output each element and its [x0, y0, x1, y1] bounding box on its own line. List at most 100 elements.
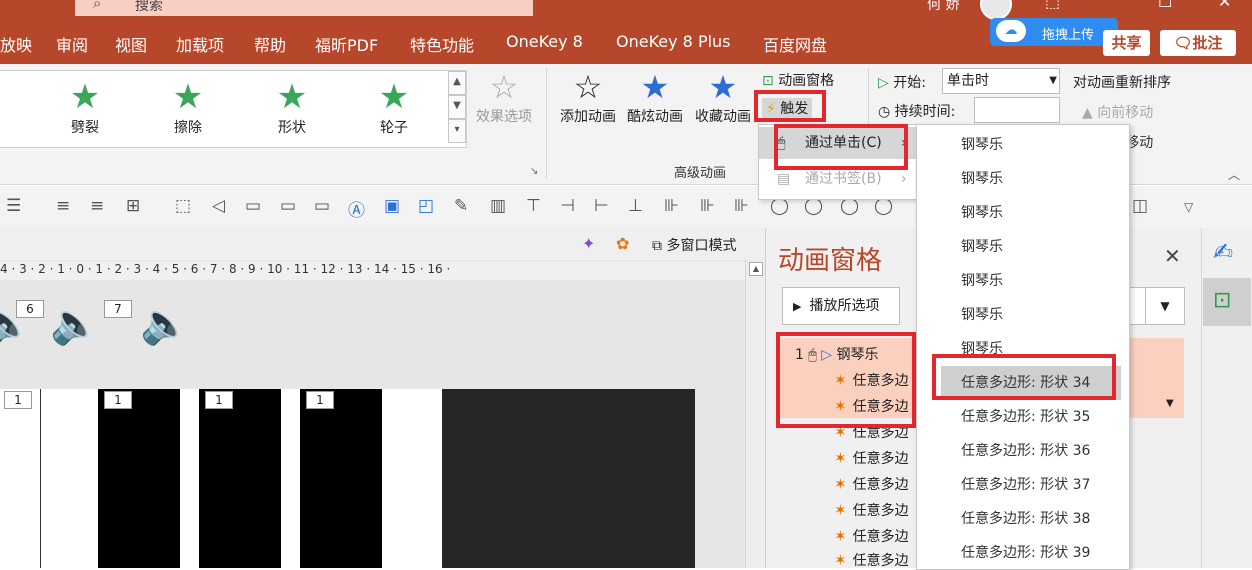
distribute-icon[interactable]: ⊪ — [700, 196, 715, 216]
align-icon[interactable]: ⊣ — [560, 196, 575, 216]
distribute-icon[interactable]: ⊪ — [734, 196, 749, 216]
share-button[interactable]: 共享 — [1103, 30, 1150, 56]
comment-button[interactable]: 🗨批注 — [1160, 30, 1236, 56]
tab-foxit-pdf[interactable]: 福昕PDF — [315, 32, 378, 56]
distribute-icon[interactable]: ⊪ — [664, 196, 679, 216]
highlight-shape-34 — [932, 354, 1116, 400]
box-icon[interactable]: ▭ — [280, 196, 296, 216]
animation-gallery: ★ 劈裂 ★ 擦除 ★ 形状 ★ 轮子 ▲ ▼ ▾ — [0, 70, 467, 148]
collapse-ribbon-icon[interactable]: ︿ — [1228, 166, 1240, 183]
gallery-more-icon[interactable]: ▾ — [448, 119, 466, 143]
dialog-launcher-icon[interactable]: ↘ — [530, 166, 538, 177]
box-icon[interactable]: ▭ — [245, 196, 261, 216]
magic-icon[interactable]: ✦ — [582, 234, 595, 253]
dropdown-item[interactable]: 任意多边形: 形状 38 — [917, 502, 1127, 536]
tab-special[interactable]: 特色功能 — [410, 32, 474, 56]
black-key[interactable] — [98, 389, 180, 568]
chart-icon[interactable]: ▥ — [490, 196, 506, 216]
key-tag: 1 — [104, 391, 132, 409]
start-select[interactable]: 单击时 ▼ — [942, 68, 1060, 94]
box-icon[interactable]: ▭ — [314, 196, 330, 216]
edit-shape-icon[interactable]: ✎ — [454, 196, 468, 216]
list-item[interactable]: ✶ 任意多边 — [834, 500, 909, 520]
effect-split[interactable]: ★ 劈裂 — [45, 77, 125, 137]
video-icon[interactable]: ▣ — [384, 196, 400, 216]
gear-icon[interactable]: ✿ — [616, 234, 629, 253]
duration-input[interactable] — [974, 97, 1060, 123]
align-right-icon[interactable]: ≡ — [90, 196, 104, 216]
black-key[interactable] — [199, 389, 281, 568]
close-icon[interactable]: ✕ — [1164, 244, 1181, 268]
item-menu-chevron-icon[interactable]: ▼ — [1166, 398, 1174, 409]
align-icon[interactable]: ⊢ — [594, 196, 609, 216]
effect-wipe[interactable]: ★ 擦除 — [148, 77, 228, 137]
close-window-icon[interactable]: ✕ — [1218, 0, 1231, 11]
tab-addins[interactable]: 加载项 — [176, 32, 224, 56]
speaker-icon[interactable]: 🔈 — [140, 300, 190, 347]
dropdown-item[interactable]: 钢琴乐 — [917, 298, 1127, 332]
key-tag: 1 — [306, 391, 334, 409]
tab-review[interactable]: 审阅 — [56, 32, 88, 56]
dropdown-item[interactable]: 钢琴乐 — [917, 162, 1127, 196]
cool-animation-button[interactable]: ★ 酷炫动画 — [622, 68, 688, 126]
tab-baidu-netdisk[interactable]: 百度网盘 — [763, 32, 827, 56]
tab-onekey8-plus[interactable]: OneKey 8 Plus — [616, 32, 731, 51]
black-key[interactable] — [300, 389, 382, 568]
gallery-up-icon[interactable]: ▲ — [448, 71, 466, 95]
dropdown-item[interactable]: 钢琴乐 — [917, 264, 1127, 298]
star-plus-icon: ☆ — [573, 68, 603, 106]
triangle-icon[interactable]: ◁ — [212, 196, 225, 216]
list-item[interactable]: ✶ 任意多边 — [834, 448, 909, 468]
list-item[interactable]: ✶ 任意多边 — [834, 550, 909, 570]
slide-canvas[interactable] — [0, 389, 695, 568]
dropdown-item[interactable]: 任意多边形: 形状 39 — [917, 536, 1127, 570]
animation-pane-toggle[interactable]: ⊡ — [1203, 278, 1251, 326]
align-top-icon[interactable]: ⊤ — [526, 196, 541, 216]
align-center-icon[interactable]: ⊥ — [628, 196, 643, 216]
align-justify-icon[interactable]: ☰ — [6, 196, 21, 216]
favorite-animation-button[interactable]: ★ 收藏动画 — [690, 68, 756, 126]
play-selected-button[interactable]: ▶ 播放所选项 — [782, 287, 900, 325]
add-animation-button[interactable]: ☆ 添加动画 — [555, 68, 621, 126]
animation-pane-button[interactable]: ⊡ 动画窗格 — [762, 70, 834, 90]
highlight-animation-items — [776, 332, 916, 428]
text-box-icon[interactable]: Ⓐ — [348, 196, 365, 221]
tab-view[interactable]: 视图 — [115, 32, 147, 56]
drag-upload-button[interactable]: ☁ 拖拽上传 — [990, 18, 1118, 46]
dropdown-item[interactable]: 钢琴乐 — [917, 230, 1127, 264]
effect-shape[interactable]: ★ 形状 — [252, 77, 332, 137]
start-label: ▷ 开始: — [878, 75, 926, 91]
maximize-icon[interactable]: ☐ — [1158, 0, 1172, 11]
gallery-down-icon[interactable]: ▼ — [448, 95, 466, 119]
tab-slideshow[interactable]: 放映 — [0, 32, 32, 56]
align-left-icon[interactable]: ≡ — [56, 196, 70, 216]
scroll-up-icon[interactable]: ▲ — [749, 262, 763, 276]
restore-icon[interactable]: ⬚ — [1045, 0, 1060, 11]
speaker-icon[interactable]: 🔈 — [50, 300, 100, 347]
dropdown-item[interactable]: 任意多边形: 形状 35 — [917, 400, 1127, 434]
dropdown-item[interactable]: 任意多边形: 形状 37 — [917, 468, 1127, 502]
vertical-scrollbar[interactable]: ▲ — [745, 260, 766, 568]
tab-onekey8[interactable]: OneKey 8 — [506, 32, 583, 51]
effect-options-button[interactable]: ☆ 效果选项 — [468, 68, 540, 126]
window-icon: ⧉ — [652, 238, 662, 254]
effect-wheel[interactable]: ★ 轮子 — [354, 77, 434, 137]
list-item[interactable]: ✶ 任意多边 — [834, 474, 909, 494]
list-item[interactable]: ✶ 任意多边 — [834, 526, 909, 546]
move-earlier-button[interactable]: ▲ 向前移动 — [1082, 102, 1153, 122]
dropdown-item[interactable]: 任意多边形: 形状 36 — [917, 434, 1127, 468]
table-icon[interactable]: ⊞ — [126, 196, 140, 216]
group-icon[interactable]: ◫ — [1132, 196, 1148, 216]
dropdown-item[interactable]: 钢琴乐 — [917, 196, 1127, 230]
more-icon[interactable]: ▽ — [1184, 200, 1193, 214]
select-icon[interactable]: ⬚ — [175, 196, 191, 216]
white-key[interactable] — [0, 389, 41, 568]
chevron-down-icon[interactable]: ▼ — [1145, 287, 1185, 325]
format-painter-icon[interactable]: ✍ — [1213, 238, 1233, 266]
shapes-icon[interactable]: ◰ — [418, 196, 434, 216]
tab-help[interactable]: 帮助 — [254, 32, 286, 56]
editor-header — [0, 228, 765, 260]
search-box[interactable]: ⌕ 搜索 — [75, 0, 533, 16]
dropdown-item[interactable]: 钢琴乐 — [917, 128, 1127, 162]
multi-window-button[interactable]: ⧉ 多窗口模式 — [652, 235, 736, 255]
